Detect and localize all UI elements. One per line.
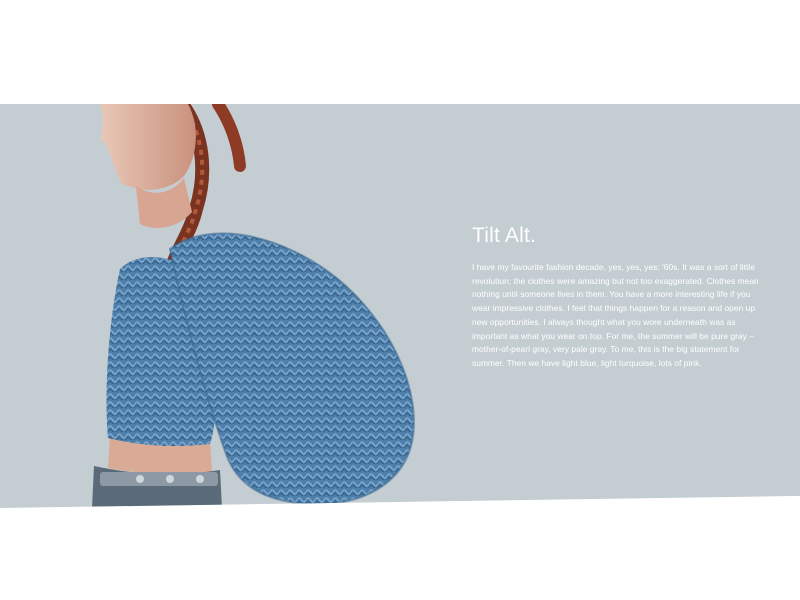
hero-image: [0, 104, 440, 508]
page: Tilt Alt. I have my favourite fashion de…: [0, 0, 800, 600]
hero-paragraph: I have my favourite fashion decade, yes,…: [472, 262, 759, 368]
hero-text: Tilt Alt. I have my favourite fashion de…: [472, 224, 760, 371]
hero-band: Tilt Alt. I have my favourite fashion de…: [0, 104, 800, 508]
hero-title: Tilt Alt.: [472, 224, 537, 247]
